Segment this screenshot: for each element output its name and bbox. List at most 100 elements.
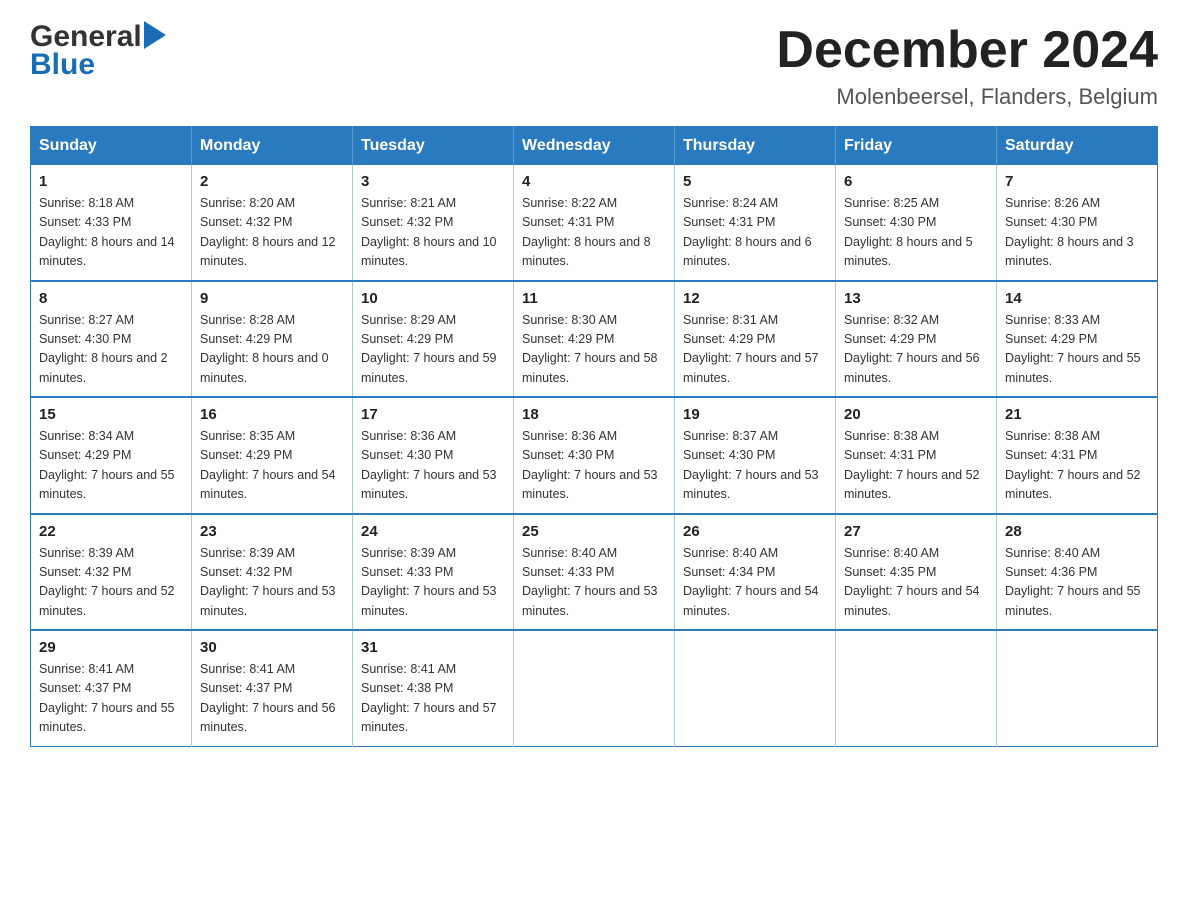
day-number: 26 (683, 523, 827, 540)
calendar-cell (836, 630, 997, 746)
calendar-cell: 17 Sunrise: 8:36 AMSunset: 4:30 PMDaylig… (353, 397, 514, 514)
day-number: 28 (1005, 523, 1149, 540)
day-info: Sunrise: 8:25 AMSunset: 4:30 PMDaylight:… (844, 194, 988, 272)
calendar-header-saturday: Saturday (997, 127, 1158, 166)
page-subtitle: Molenbeersel, Flanders, Belgium (776, 84, 1158, 110)
day-number: 19 (683, 406, 827, 423)
calendar-cell: 13 Sunrise: 8:32 AMSunset: 4:29 PMDaylig… (836, 281, 997, 398)
day-info: Sunrise: 8:30 AMSunset: 4:29 PMDaylight:… (522, 311, 666, 389)
day-number: 8 (39, 290, 183, 307)
calendar-header-tuesday: Tuesday (353, 127, 514, 166)
calendar-week-row: 29 Sunrise: 8:41 AMSunset: 4:37 PMDaylig… (31, 630, 1158, 746)
day-number: 14 (1005, 290, 1149, 307)
page-title: December 2024 (776, 20, 1158, 80)
calendar-cell: 29 Sunrise: 8:41 AMSunset: 4:37 PMDaylig… (31, 630, 192, 746)
day-info: Sunrise: 8:40 AMSunset: 4:35 PMDaylight:… (844, 544, 988, 622)
calendar-cell: 5 Sunrise: 8:24 AMSunset: 4:31 PMDayligh… (675, 165, 836, 281)
calendar-cell: 4 Sunrise: 8:22 AMSunset: 4:31 PMDayligh… (514, 165, 675, 281)
day-number: 12 (683, 290, 827, 307)
day-number: 9 (200, 290, 344, 307)
day-number: 5 (683, 173, 827, 190)
day-number: 22 (39, 523, 183, 540)
calendar-cell: 19 Sunrise: 8:37 AMSunset: 4:30 PMDaylig… (675, 397, 836, 514)
day-info: Sunrise: 8:39 AMSunset: 4:32 PMDaylight:… (39, 544, 183, 622)
calendar-header-thursday: Thursday (675, 127, 836, 166)
calendar-cell: 10 Sunrise: 8:29 AMSunset: 4:29 PMDaylig… (353, 281, 514, 398)
day-info: Sunrise: 8:39 AMSunset: 4:33 PMDaylight:… (361, 544, 505, 622)
calendar-header-wednesday: Wednesday (514, 127, 675, 166)
day-number: 24 (361, 523, 505, 540)
day-number: 29 (39, 639, 183, 656)
day-number: 15 (39, 406, 183, 423)
calendar-header-row: SundayMondayTuesdayWednesdayThursdayFrid… (31, 127, 1158, 166)
day-info: Sunrise: 8:40 AMSunset: 4:33 PMDaylight:… (522, 544, 666, 622)
calendar-cell: 21 Sunrise: 8:38 AMSunset: 4:31 PMDaylig… (997, 397, 1158, 514)
day-number: 7 (1005, 173, 1149, 190)
calendar-week-row: 22 Sunrise: 8:39 AMSunset: 4:32 PMDaylig… (31, 514, 1158, 631)
calendar-week-row: 15 Sunrise: 8:34 AMSunset: 4:29 PMDaylig… (31, 397, 1158, 514)
calendar-cell: 20 Sunrise: 8:38 AMSunset: 4:31 PMDaylig… (836, 397, 997, 514)
day-info: Sunrise: 8:22 AMSunset: 4:31 PMDaylight:… (522, 194, 666, 272)
calendar-cell: 11 Sunrise: 8:30 AMSunset: 4:29 PMDaylig… (514, 281, 675, 398)
calendar-cell: 1 Sunrise: 8:18 AMSunset: 4:33 PMDayligh… (31, 165, 192, 281)
day-info: Sunrise: 8:38 AMSunset: 4:31 PMDaylight:… (844, 427, 988, 505)
calendar-cell: 30 Sunrise: 8:41 AMSunset: 4:37 PMDaylig… (192, 630, 353, 746)
page-header: General Blue December 2024 Molenbeersel,… (30, 20, 1158, 110)
calendar-cell: 3 Sunrise: 8:21 AMSunset: 4:32 PMDayligh… (353, 165, 514, 281)
day-number: 17 (361, 406, 505, 423)
day-info: Sunrise: 8:20 AMSunset: 4:32 PMDaylight:… (200, 194, 344, 272)
day-number: 23 (200, 523, 344, 540)
calendar-table: SundayMondayTuesdayWednesdayThursdayFrid… (30, 126, 1158, 747)
day-info: Sunrise: 8:38 AMSunset: 4:31 PMDaylight:… (1005, 427, 1149, 505)
day-info: Sunrise: 8:36 AMSunset: 4:30 PMDaylight:… (522, 427, 666, 505)
day-info: Sunrise: 8:34 AMSunset: 4:29 PMDaylight:… (39, 427, 183, 505)
day-number: 13 (844, 290, 988, 307)
calendar-cell: 25 Sunrise: 8:40 AMSunset: 4:33 PMDaylig… (514, 514, 675, 631)
calendar-cell: 7 Sunrise: 8:26 AMSunset: 4:30 PMDayligh… (997, 165, 1158, 281)
day-info: Sunrise: 8:36 AMSunset: 4:30 PMDaylight:… (361, 427, 505, 505)
calendar-cell (675, 630, 836, 746)
calendar-cell: 18 Sunrise: 8:36 AMSunset: 4:30 PMDaylig… (514, 397, 675, 514)
logo-blue: Blue (30, 48, 95, 82)
day-info: Sunrise: 8:37 AMSunset: 4:30 PMDaylight:… (683, 427, 827, 505)
calendar-cell: 31 Sunrise: 8:41 AMSunset: 4:38 PMDaylig… (353, 630, 514, 746)
calendar-cell: 22 Sunrise: 8:39 AMSunset: 4:32 PMDaylig… (31, 514, 192, 631)
logo: General Blue (30, 20, 166, 82)
day-info: Sunrise: 8:18 AMSunset: 4:33 PMDaylight:… (39, 194, 183, 272)
calendar-cell: 8 Sunrise: 8:27 AMSunset: 4:30 PMDayligh… (31, 281, 192, 398)
day-number: 11 (522, 290, 666, 307)
day-info: Sunrise: 8:39 AMSunset: 4:32 PMDaylight:… (200, 544, 344, 622)
day-info: Sunrise: 8:31 AMSunset: 4:29 PMDaylight:… (683, 311, 827, 389)
day-info: Sunrise: 8:41 AMSunset: 4:38 PMDaylight:… (361, 660, 505, 738)
day-info: Sunrise: 8:28 AMSunset: 4:29 PMDaylight:… (200, 311, 344, 389)
day-number: 4 (522, 173, 666, 190)
day-number: 10 (361, 290, 505, 307)
calendar-cell: 2 Sunrise: 8:20 AMSunset: 4:32 PMDayligh… (192, 165, 353, 281)
day-number: 1 (39, 173, 183, 190)
day-info: Sunrise: 8:26 AMSunset: 4:30 PMDaylight:… (1005, 194, 1149, 272)
day-info: Sunrise: 8:35 AMSunset: 4:29 PMDaylight:… (200, 427, 344, 505)
day-info: Sunrise: 8:21 AMSunset: 4:32 PMDaylight:… (361, 194, 505, 272)
day-info: Sunrise: 8:29 AMSunset: 4:29 PMDaylight:… (361, 311, 505, 389)
logo-icon (144, 21, 166, 49)
day-number: 31 (361, 639, 505, 656)
calendar-cell: 24 Sunrise: 8:39 AMSunset: 4:33 PMDaylig… (353, 514, 514, 631)
calendar-cell (997, 630, 1158, 746)
title-area: December 2024 Molenbeersel, Flanders, Be… (776, 20, 1158, 110)
calendar-cell (514, 630, 675, 746)
calendar-cell: 14 Sunrise: 8:33 AMSunset: 4:29 PMDaylig… (997, 281, 1158, 398)
day-info: Sunrise: 8:33 AMSunset: 4:29 PMDaylight:… (1005, 311, 1149, 389)
calendar-cell: 28 Sunrise: 8:40 AMSunset: 4:36 PMDaylig… (997, 514, 1158, 631)
day-number: 18 (522, 406, 666, 423)
calendar-week-row: 1 Sunrise: 8:18 AMSunset: 4:33 PMDayligh… (31, 165, 1158, 281)
calendar-header-monday: Monday (192, 127, 353, 166)
calendar-cell: 27 Sunrise: 8:40 AMSunset: 4:35 PMDaylig… (836, 514, 997, 631)
day-number: 21 (1005, 406, 1149, 423)
calendar-cell: 6 Sunrise: 8:25 AMSunset: 4:30 PMDayligh… (836, 165, 997, 281)
day-number: 6 (844, 173, 988, 190)
day-number: 3 (361, 173, 505, 190)
day-info: Sunrise: 8:27 AMSunset: 4:30 PMDaylight:… (39, 311, 183, 389)
day-info: Sunrise: 8:41 AMSunset: 4:37 PMDaylight:… (200, 660, 344, 738)
day-info: Sunrise: 8:32 AMSunset: 4:29 PMDaylight:… (844, 311, 988, 389)
calendar-cell: 12 Sunrise: 8:31 AMSunset: 4:29 PMDaylig… (675, 281, 836, 398)
